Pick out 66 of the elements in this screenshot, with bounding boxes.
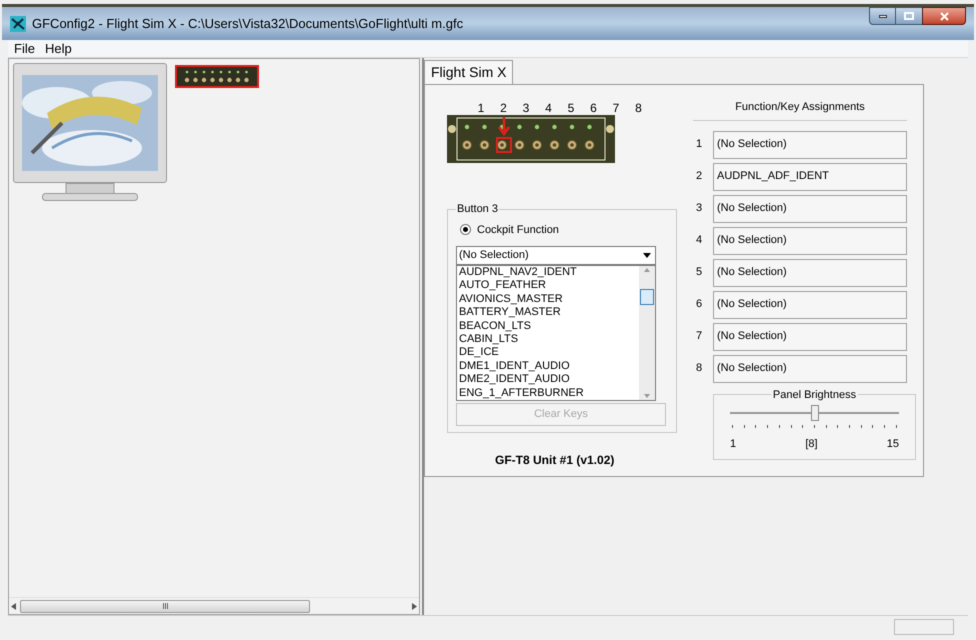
assignment-field[interactable]: (No Selection) — [713, 290, 907, 318]
list-item[interactable]: CABIN_LTS — [459, 333, 639, 346]
close-icon — [940, 12, 948, 20]
list-item[interactable]: BEACON_LTS — [459, 320, 639, 334]
scroll-right-icon[interactable] — [412, 602, 417, 610]
list-item[interactable]: DME2_IDENT_AUDIO — [459, 373, 639, 387]
list-item[interactable]: DE_ICE — [459, 346, 639, 360]
brightness-title: Panel Brightness — [772, 388, 858, 402]
minimize-button[interactable] — [869, 7, 896, 25]
scrollbar-thumb[interactable] — [20, 600, 310, 612]
row-number: 8 — [695, 361, 704, 376]
menu-item[interactable]: Help — [44, 38, 72, 58]
button-number: 8 — [634, 100, 643, 113]
row-number: 5 — [695, 265, 704, 280]
list-item[interactable]: DME1_IDENT_AUDIO — [459, 360, 639, 374]
close-button[interactable] — [922, 7, 966, 25]
horizontal-scrollbar[interactable] — [9, 597, 419, 614]
scrollbar-thumb[interactable] — [640, 289, 654, 305]
list-item[interactable]: BATTERY_MASTER — [459, 306, 639, 320]
assignment-field[interactable]: (No Selection) — [713, 130, 907, 158]
brightness-slider[interactable] — [730, 405, 899, 421]
button-number: 7 — [612, 100, 620, 113]
assignments-heading: Function/Key Assignments — [693, 99, 907, 120]
scroll-down-icon[interactable] — [644, 394, 650, 398]
button-number: 5 — [566, 100, 576, 113]
vertical-scrollbar[interactable] — [639, 266, 655, 400]
group-title: Button 3 — [456, 202, 499, 217]
slider-thumb[interactable] — [810, 405, 818, 421]
row-number: 6 — [695, 297, 704, 312]
cockpit-function-radio[interactable]: Cockpit Function — [460, 222, 668, 238]
scroll-up-icon[interactable] — [644, 268, 650, 272]
row-number: 4 — [695, 233, 704, 248]
function-list[interactable]: AUDPNL_NAV2_IDENT AUTO_FEATHER AVIONICS_MASTER BATTERY_MASTER BEACON_LTS CABIN_LTS DE_ICE DME1_IDENT_AUDIO DME2_IDENT_AUDIO ENG_1_AFTERBURNER — [456, 265, 656, 401]
list-item[interactable]: ENG_1_AFTERBURNER — [459, 386, 639, 400]
button-number: 4 — [544, 100, 553, 113]
panel-icon — [177, 67, 257, 86]
tab[interactable]: Flight Sim X — [424, 60, 514, 84]
row-number: 7 — [695, 329, 704, 344]
button-number: 1 — [476, 100, 486, 113]
menu-item[interactable]: File — [14, 38, 35, 58]
scroll-left-icon[interactable] — [11, 602, 16, 610]
row-number: 3 — [695, 201, 704, 216]
assignment-field[interactable]: AUDPNL_ADF_IDENT — [713, 162, 907, 190]
brightness-value: [8] — [805, 437, 818, 452]
row-number: 2 — [695, 169, 704, 184]
function-dropdown[interactable]: (No Selection) — [456, 246, 656, 265]
app-icon — [10, 16, 26, 32]
assignment-field[interactable]: (No Selection) — [713, 258, 907, 286]
device-thumbnail[interactable] — [175, 65, 259, 88]
list-item[interactable]: AVIONICS_MASTER — [459, 292, 639, 306]
assignment-field[interactable]: (No Selection) — [713, 194, 907, 222]
button-number: 6 — [589, 100, 598, 113]
dropdown-arrow-icon — [643, 253, 651, 258]
assignment-field[interactable]: (No Selection) — [713, 354, 907, 382]
row-number: 1 — [695, 137, 704, 152]
maximize-button[interactable] — [896, 7, 922, 25]
assignment-field[interactable]: (No Selection) — [713, 226, 907, 254]
list-item[interactable]: AUDPNL_NAV2_IDENT — [459, 266, 639, 280]
list-item[interactable]: AUTO_FEATHER — [459, 279, 639, 293]
unit-label: GF-T8 Unit #1 (v1.02) — [495, 452, 616, 469]
window-title: GFConfig2 - Flight Sim X - C:\Users\Vista32\Documents\GoFlight\ulti m.gfc — [32, 14, 464, 33]
button-number: 3 — [522, 100, 530, 113]
min-label: 1 — [730, 437, 736, 452]
button-number: 2 — [499, 100, 508, 113]
max-label: 15 — [886, 437, 899, 452]
assignment-field[interactable]: (No Selection) — [713, 322, 907, 350]
